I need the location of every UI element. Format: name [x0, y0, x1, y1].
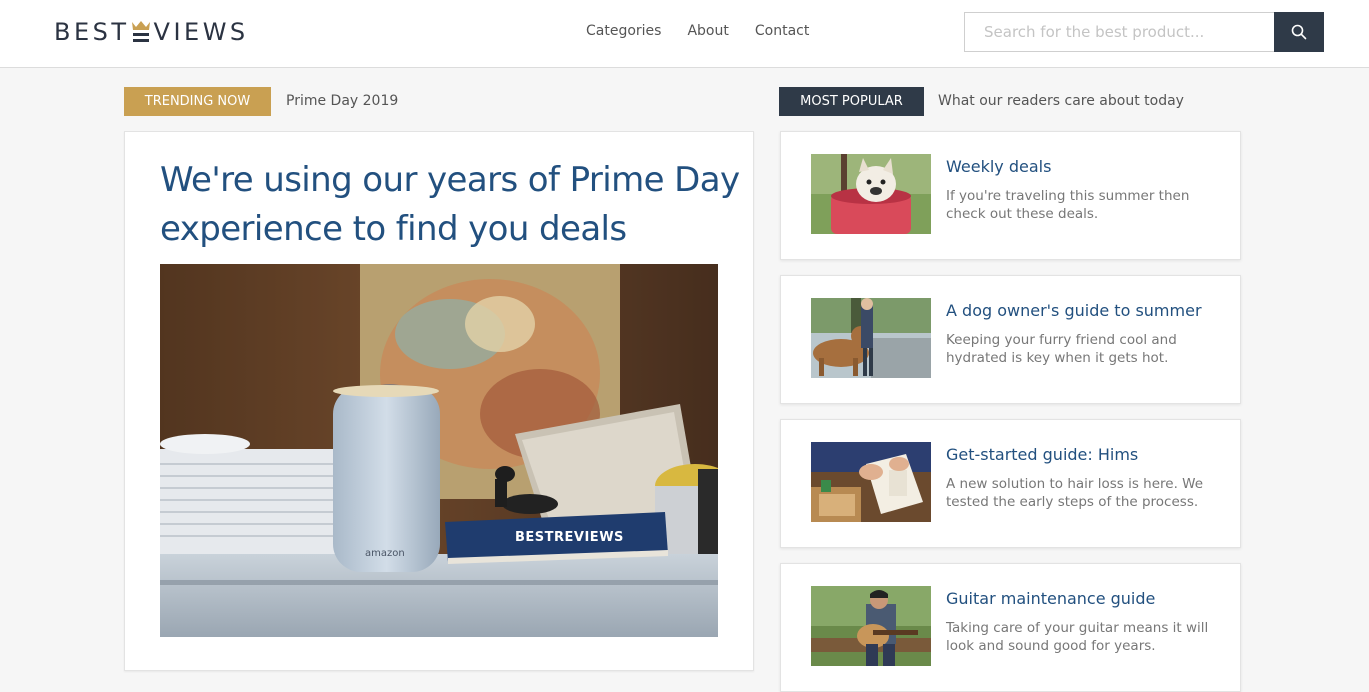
search-bar	[964, 12, 1324, 52]
popular-item-title[interactable]: Get-started guide: Hims	[946, 445, 1138, 464]
most-popular-subtitle: What our readers care about today	[938, 93, 1184, 109]
popular-item-title[interactable]: A dog owner's guide to summer	[946, 301, 1202, 320]
popular-item-desc: If you're traveling this summer then che…	[946, 188, 1190, 222]
nav-categories[interactable]: Categories	[586, 23, 661, 39]
popular-item-desc: A new solution to hair loss is here. We …	[946, 476, 1204, 510]
most-popular-badge: MOST POPULAR	[779, 87, 924, 116]
feature-image[interactable]: BESTREVIEWS amazon	[160, 264, 718, 637]
search-input[interactable]	[964, 12, 1274, 52]
popular-item-desc: Keeping your furry friend cool and hydra…	[946, 332, 1177, 366]
main-nav: Categories About Contact	[586, 23, 835, 39]
popular-item-title[interactable]: Weekly deals	[946, 157, 1051, 176]
logo-text-best: BEST	[54, 18, 130, 46]
popular-item-desc: Taking care of your guitar means it will…	[946, 620, 1209, 654]
search-icon	[1291, 24, 1307, 40]
popular-item-thumbnail[interactable]	[811, 586, 931, 666]
popular-item-thumbnail[interactable]	[811, 154, 931, 234]
site-header: BEST VIEWS Categories About Contact	[0, 0, 1369, 68]
trending-now-badge: TRENDING NOW	[124, 87, 271, 116]
popular-item[interactable]: Weekly deals If you're traveling this su…	[780, 131, 1241, 260]
feature-title[interactable]: We're using our years of Prime Day exper…	[160, 156, 740, 254]
speaker-text: amazon	[365, 548, 405, 559]
popular-item[interactable]: A dog owner's guide to summer Keeping yo…	[780, 275, 1241, 404]
popular-item-title[interactable]: Guitar maintenance guide	[946, 589, 1155, 608]
popular-item-thumbnail[interactable]	[811, 298, 931, 378]
nav-about[interactable]: About	[687, 23, 728, 39]
nav-contact[interactable]: Contact	[755, 23, 809, 39]
book-text: BESTREVIEWS	[515, 530, 624, 545]
site-logo[interactable]: BEST VIEWS	[54, 17, 249, 47]
popular-item[interactable]: Guitar maintenance guide Taking care of …	[780, 563, 1241, 692]
feature-article-card[interactable]: We're using our years of Prime Day exper…	[124, 131, 754, 671]
trending-topic-link[interactable]: Prime Day 2019	[286, 87, 398, 116]
popular-item[interactable]: Get-started guide: Hims A new solution t…	[780, 419, 1241, 548]
logo-text-views: VIEWS	[153, 18, 249, 46]
popular-item-thumbnail[interactable]	[811, 442, 931, 522]
search-button[interactable]	[1274, 12, 1324, 52]
crown-icon	[131, 18, 151, 46]
